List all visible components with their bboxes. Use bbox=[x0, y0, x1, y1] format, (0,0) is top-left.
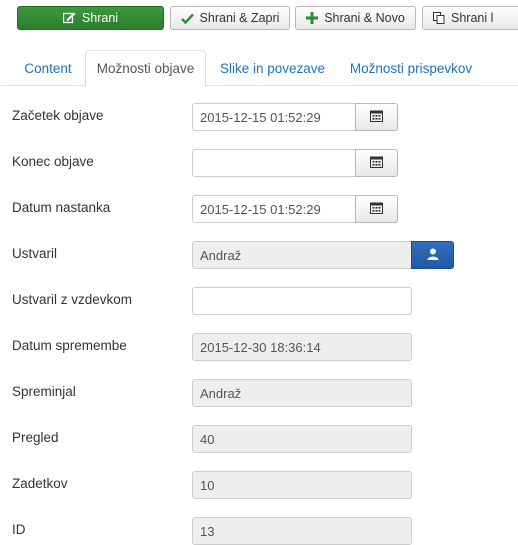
save-copy-button[interactable]: Shrani l bbox=[422, 6, 518, 30]
calendar-icon bbox=[370, 202, 383, 217]
votes-input: 10 bbox=[192, 471, 412, 499]
select-user-button[interactable] bbox=[411, 241, 454, 269]
created-by-alias-input[interactable] bbox=[192, 287, 412, 315]
calendar-icon bbox=[370, 156, 383, 171]
modified-by-value: Andraž bbox=[200, 385, 242, 401]
votes-label: Zadetkov bbox=[12, 476, 68, 491]
save-close-button-label: Shrani & Zapri bbox=[199, 11, 280, 25]
tab-publishing-label: Možnosti objave bbox=[96, 61, 195, 76]
publish-up-label: Začetek objave bbox=[12, 108, 104, 123]
copy-icon bbox=[433, 12, 445, 24]
edit-icon bbox=[62, 12, 76, 24]
save-button[interactable]: Shrani bbox=[17, 6, 164, 30]
save-copy-button-label: Shrani l bbox=[451, 11, 494, 25]
hits-input: 40 bbox=[192, 425, 412, 453]
save-new-button[interactable]: Shrani & Novo bbox=[295, 6, 416, 30]
modified-value: 2015-12-30 18:36:14 bbox=[200, 339, 321, 355]
created-by-label: Ustvaril bbox=[12, 246, 58, 261]
check-icon bbox=[180, 13, 194, 24]
publish-up-input[interactable]: 2015-12-15 01:52:29 bbox=[192, 103, 356, 131]
created-by-alias-label: Ustvaril z vzdevkom bbox=[12, 292, 133, 307]
created-by-input: Andraž bbox=[192, 241, 412, 269]
modified-label: Datum spremembe bbox=[12, 338, 127, 353]
publish-down-label: Konec objave bbox=[12, 154, 94, 169]
modified-by-input: Andraž bbox=[192, 379, 412, 407]
publish-up-calendar-button[interactable] bbox=[355, 103, 398, 131]
publish-down-calendar-button[interactable] bbox=[355, 149, 398, 177]
save-new-button-label: Shrani & Novo bbox=[324, 11, 405, 25]
save-close-button[interactable]: Shrani & Zapri bbox=[170, 6, 290, 30]
created-by-value: Andraž bbox=[200, 247, 242, 263]
created-input[interactable]: 2015-12-15 01:52:29 bbox=[192, 195, 356, 223]
tab-article-options[interactable]: Možnosti prispevkov bbox=[340, 50, 482, 86]
publish-down-input[interactable] bbox=[192, 149, 356, 177]
modified-input: 2015-12-30 18:36:14 bbox=[192, 333, 412, 361]
modified-by-label: Spreminjal bbox=[12, 384, 76, 399]
hits-label: Pregled bbox=[12, 430, 59, 445]
tab-publishing[interactable]: Možnosti objave bbox=[85, 50, 206, 87]
id-value: 13 bbox=[200, 523, 215, 539]
tab-content-label: Content bbox=[24, 60, 72, 76]
tab-bar: Content Možnosti objave Slike in povezav… bbox=[0, 50, 518, 87]
tab-images-links-label: Slike in povezave bbox=[219, 60, 326, 76]
plus-icon bbox=[306, 12, 319, 24]
user-icon bbox=[427, 248, 439, 263]
created-calendar-button[interactable] bbox=[355, 195, 398, 223]
publish-up-value: 2015-12-15 01:52:29 bbox=[200, 109, 321, 125]
hits-value: 40 bbox=[200, 431, 215, 447]
tab-images-links[interactable]: Slike in povezave bbox=[209, 50, 336, 86]
created-value: 2015-12-15 01:52:29 bbox=[200, 201, 321, 217]
toolbar: Shrani Shrani & Zapri Shrani & Novo Shra… bbox=[0, 0, 518, 38]
tab-content[interactable]: Content bbox=[13, 50, 83, 86]
votes-value: 10 bbox=[200, 477, 215, 493]
created-label: Datum nastanka bbox=[12, 200, 111, 215]
calendar-icon bbox=[370, 110, 383, 125]
save-button-label: Shrani bbox=[81, 11, 119, 25]
id-input: 13 bbox=[192, 517, 412, 545]
tab-article-options-label: Možnosti prispevkov bbox=[349, 60, 473, 76]
